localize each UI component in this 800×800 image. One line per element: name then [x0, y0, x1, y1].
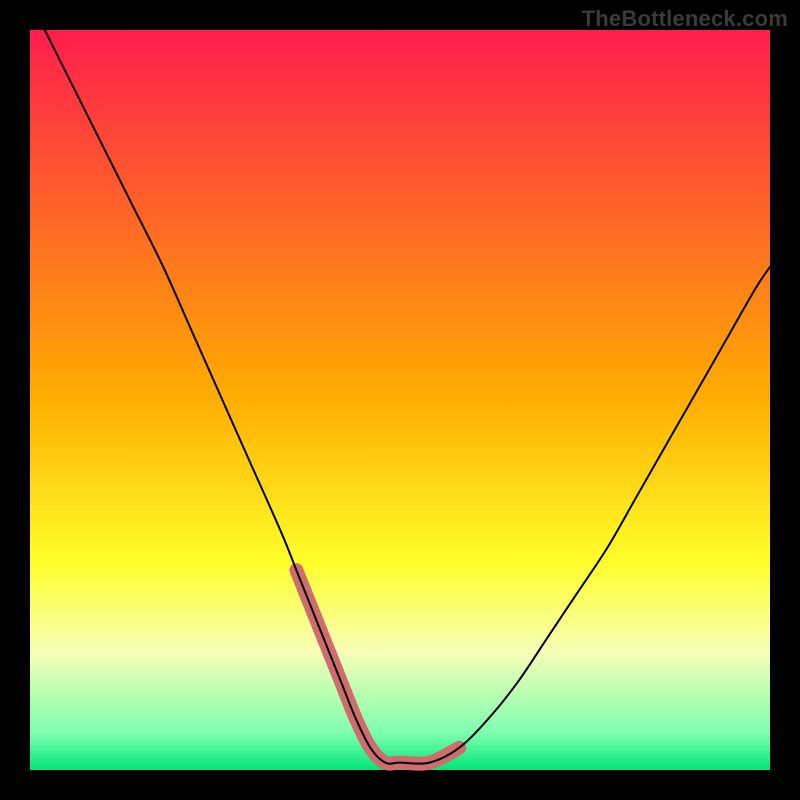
chart-canvas [0, 0, 800, 800]
chart-background [30, 30, 770, 770]
chart-frame: TheBottleneck.com [0, 0, 800, 800]
